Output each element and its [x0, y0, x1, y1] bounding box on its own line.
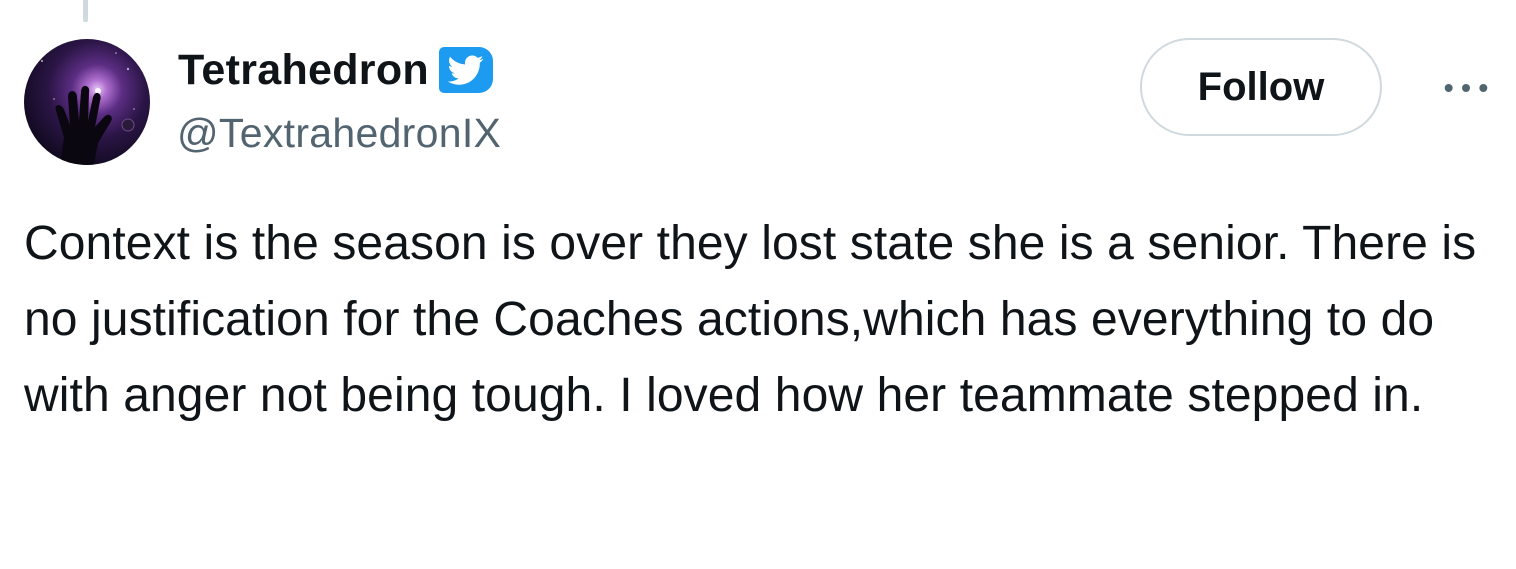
verified-badge-icon[interactable] [438, 47, 493, 93]
follow-button[interactable]: Follow [1140, 38, 1382, 136]
avatar[interactable] [24, 39, 150, 165]
author-name-row: Tetrahedron [178, 44, 493, 96]
tweet-text: Context is the season is over they lost … [24, 217, 1477, 422]
author-handle[interactable]: @TextrahedronIX [177, 108, 501, 158]
thread-connector-line [83, 0, 88, 22]
cosmic-hand-avatar-icon [41, 52, 135, 165]
more-options-icon [1444, 84, 1488, 92]
author-display-name[interactable]: Tetrahedron [178, 44, 429, 96]
more-options-button[interactable] [1436, 66, 1496, 110]
twitter-bird-icon [447, 55, 484, 85]
